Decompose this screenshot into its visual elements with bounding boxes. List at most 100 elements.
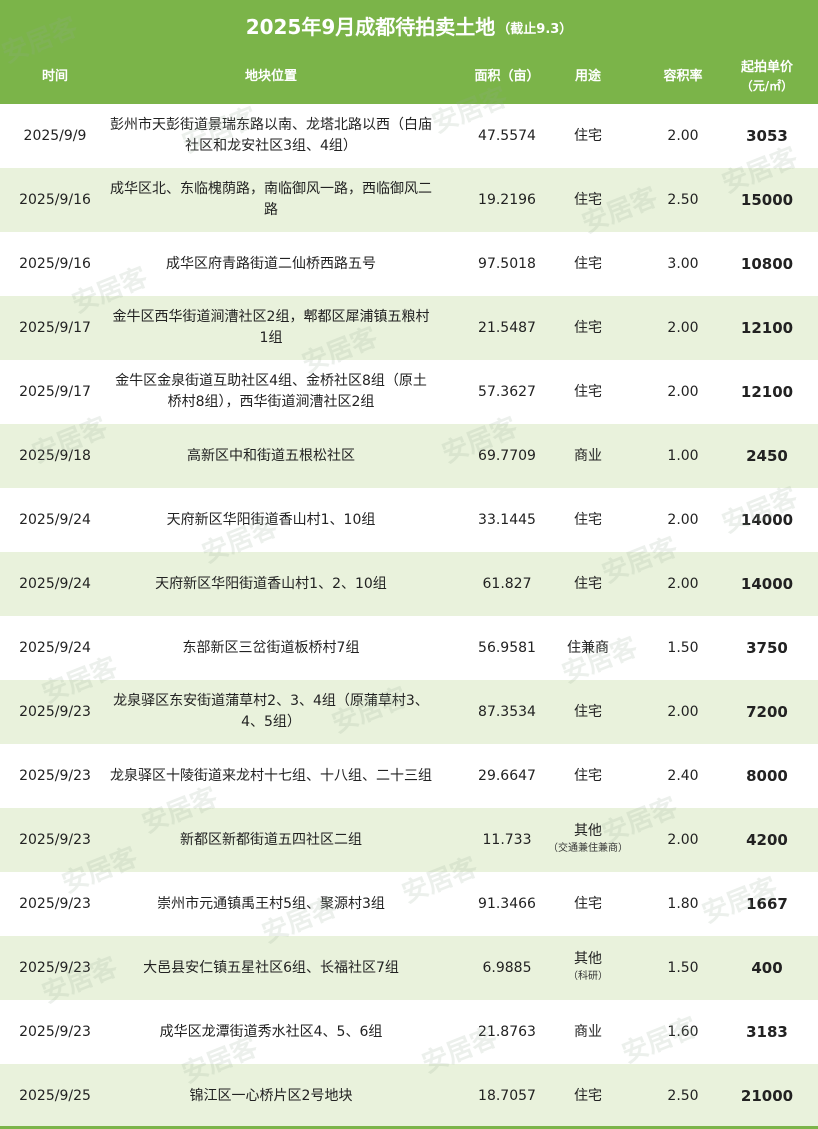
cell-use: 商业 bbox=[548, 424, 628, 488]
cell-location: 新都区新都街道五四社区二组 bbox=[180, 831, 362, 848]
table-row: 2025/9/24 东部新区三岔街道板桥村7组 56.9581 住兼商 1.50 3750 bbox=[0, 616, 818, 680]
cell-price: 3053 bbox=[746, 127, 788, 145]
table-row: 2025/9/16 成华区府青路街道二仙桥西路五号 97.5018 住宅 3.00 108… bbox=[0, 232, 818, 296]
cell-price: 12100 bbox=[740, 319, 794, 337]
cell-date: 2025/9/17 bbox=[19, 384, 91, 400]
cell-price: 10800 bbox=[740, 255, 794, 273]
cell-use: 住宅 bbox=[548, 296, 628, 360]
cell-location: 金牛区西华街道涧漕社区2组，郫都区犀浦镇五粮村1组 bbox=[112, 309, 430, 346]
cell-date: 2025/9/16 bbox=[19, 256, 91, 272]
table-row: 2025/9/23 崇州市元通镇禹王村5组、聚源村3组 91.3466 住宅 1.80 1… bbox=[0, 872, 818, 936]
table-row: 2025/9/23 新都区新都街道五四社区二组 11.733 其他 （交通兼住兼商） 2.… bbox=[0, 808, 818, 872]
table-row: 2025/9/17 金牛区金泉街道互助社区4组、金桥社区8组（原土桥村8组），西华… bbox=[0, 360, 818, 424]
cell-use-label: 住宅 bbox=[574, 1088, 602, 1104]
cell-use: 住兼商 bbox=[548, 616, 628, 680]
table-row: 2025/9/23 成华区龙潭街道秀水社区4、5、6组 21.8763 商业 1.60 3… bbox=[0, 1000, 818, 1064]
title-main: 2025年9月成都待拍卖土地 bbox=[245, 14, 496, 39]
cell-price: 14000 bbox=[740, 511, 794, 529]
header-price: 起拍单价 （元/㎡） bbox=[716, 50, 818, 104]
table-title: 2025年9月成都待拍卖土地 （截止9.3） bbox=[0, 0, 818, 50]
cell-use-label: 商业 bbox=[574, 1024, 602, 1040]
table-row: 2025/9/23 龙泉驿区东安街道蒲草村2、3、4组（原蒲草村3、4、5组） 87… bbox=[0, 680, 818, 744]
title-subtitle: （截止9.3） bbox=[497, 21, 573, 37]
cell-date: 2025/9/9 bbox=[23, 128, 87, 144]
cell-location: 锦江区一心桥片区2号地块 bbox=[189, 1087, 353, 1104]
cell-location: 天府新区华阳街道香山村1、10组 bbox=[166, 511, 376, 528]
cell-use-label: 住宅 bbox=[574, 576, 602, 592]
header-price-unit: （元/㎡） bbox=[740, 79, 794, 93]
cell-use: 住宅 bbox=[548, 744, 628, 808]
cell-location: 东部新区三岔街道板桥村7组 bbox=[182, 639, 360, 656]
header-use: 用途 bbox=[574, 69, 601, 84]
table-row: 2025/9/9 彭州市天彭街道景瑞东路以南、龙塔北路以西（白庙社区和龙安社区3组… bbox=[0, 104, 818, 168]
table-row: 2025/9/17 金牛区西华街道涧漕社区2组，郫都区犀浦镇五粮村1组 21.548… bbox=[0, 296, 818, 360]
cell-use-label: 其他 bbox=[574, 951, 602, 967]
cell-date: 2025/9/23 bbox=[19, 896, 91, 912]
table-row: 2025/9/24 天府新区华阳街道香山村1、2、10组 61.827 住宅 2.00 1… bbox=[0, 552, 818, 616]
cell-date: 2025/9/23 bbox=[19, 768, 91, 784]
cell-location: 高新区中和街道五根松社区 bbox=[187, 447, 355, 464]
cell-price: 14000 bbox=[740, 575, 794, 593]
cell-date: 2025/9/16 bbox=[19, 192, 91, 208]
cell-use-label: 住宅 bbox=[574, 384, 602, 400]
cell-date: 2025/9/23 bbox=[19, 960, 91, 976]
table-row: 2025/9/24 天府新区华阳街道香山村1、10组 33.1445 住宅 2.00 14… bbox=[0, 488, 818, 552]
cell-price: 7200 bbox=[746, 703, 788, 721]
cell-price: 2450 bbox=[746, 447, 788, 465]
cell-use-label: 住宅 bbox=[574, 896, 602, 912]
cell-use: 住宅 bbox=[548, 232, 628, 296]
cell-location: 彭州市天彭街道景瑞东路以南、龙塔北路以西（白庙社区和龙安社区3组、4组） bbox=[110, 117, 432, 154]
cell-date: 2025/9/24 bbox=[19, 512, 91, 528]
header-date: 时间 bbox=[41, 69, 68, 84]
cell-location: 天府新区华阳街道香山村1、2、10组 bbox=[155, 575, 387, 592]
cell-location: 成华区龙潭街道秀水社区4、5、6组 bbox=[159, 1023, 383, 1040]
cell-location: 成华区府青路街道二仙桥西路五号 bbox=[166, 255, 376, 272]
cell-price: 3183 bbox=[746, 1023, 788, 1041]
cell-use-note: （交通兼住兼商） bbox=[548, 843, 628, 854]
cell-use-label: 住宅 bbox=[574, 768, 602, 784]
cell-date: 2025/9/17 bbox=[19, 320, 91, 336]
cell-use: 商业 bbox=[548, 1000, 628, 1064]
cell-use: 住宅 bbox=[548, 872, 628, 936]
cell-date: 2025/9/23 bbox=[19, 704, 91, 720]
cell-price: 12100 bbox=[740, 383, 794, 401]
cell-use-label: 住宅 bbox=[574, 128, 602, 144]
header-location: 地块位置 bbox=[244, 69, 297, 84]
cell-price: 1667 bbox=[746, 895, 788, 913]
cell-location: 崇州市元通镇禹王村5组、聚源村3组 bbox=[157, 895, 385, 912]
table-row: 2025/9/23 龙泉驿区十陵街道来龙村十七组、十八组、二十三组 29.6647 住… bbox=[0, 744, 818, 808]
cell-use: 其他 （科研） bbox=[548, 936, 628, 1000]
cell-use-label: 其他 bbox=[574, 823, 602, 839]
table-row: 2025/9/23 大邑县安仁镇五星社区6组、长福社区7组 6.9885 其他 （科研）… bbox=[0, 936, 818, 1000]
cell-use: 住宅 bbox=[548, 360, 628, 424]
cell-date: 2025/9/18 bbox=[19, 448, 91, 464]
cell-use-label: 住宅 bbox=[574, 704, 602, 720]
cell-date: 2025/9/24 bbox=[19, 640, 91, 656]
cell-location: 大邑县安仁镇五星社区6组、长福社区7组 bbox=[143, 959, 399, 976]
cell-use: 住宅 bbox=[548, 1064, 628, 1128]
cell-location: 成华区北、东临槐荫路，南临御风一路，西临御风二路 bbox=[110, 181, 432, 218]
cell-location: 龙泉驿区东安街道蒲草村2、3、4组（原蒲草村3、4、5组） bbox=[113, 693, 429, 730]
cell-use: 住宅 bbox=[548, 552, 628, 616]
cell-price: 400 bbox=[751, 959, 783, 977]
cell-use-label: 住兼商 bbox=[567, 640, 609, 656]
cell-use: 住宅 bbox=[548, 488, 628, 552]
table-row: 2025/9/16 成华区北、东临槐荫路，南临御风一路，西临御风二路 19.2196… bbox=[0, 168, 818, 232]
header-price-label: 起拍单价 bbox=[740, 60, 793, 75]
cell-price: 8000 bbox=[746, 767, 788, 785]
cell-use: 住宅 bbox=[548, 680, 628, 744]
cell-price: 15000 bbox=[740, 191, 794, 209]
cell-date: 2025/9/23 bbox=[19, 1024, 91, 1040]
cell-price: 21000 bbox=[740, 1087, 794, 1105]
cell-location: 龙泉驿区十陵街道来龙村十七组、十八组、二十三组 bbox=[110, 767, 432, 784]
cell-use-label: 商业 bbox=[574, 448, 602, 464]
cell-use-note: （科研） bbox=[568, 971, 608, 982]
cell-use: 住宅 bbox=[548, 104, 628, 168]
cell-use-label: 住宅 bbox=[574, 512, 602, 528]
table-header: 时间 地块位置 面积（亩） 用途 容积率 起拍单价 （元/㎡） bbox=[0, 50, 818, 104]
cell-use-label: 住宅 bbox=[574, 192, 602, 208]
cell-use: 住宅 bbox=[548, 168, 628, 232]
cell-price: 4200 bbox=[746, 831, 788, 849]
cell-date: 2025/9/24 bbox=[19, 576, 91, 592]
cell-price: 3750 bbox=[746, 639, 788, 657]
